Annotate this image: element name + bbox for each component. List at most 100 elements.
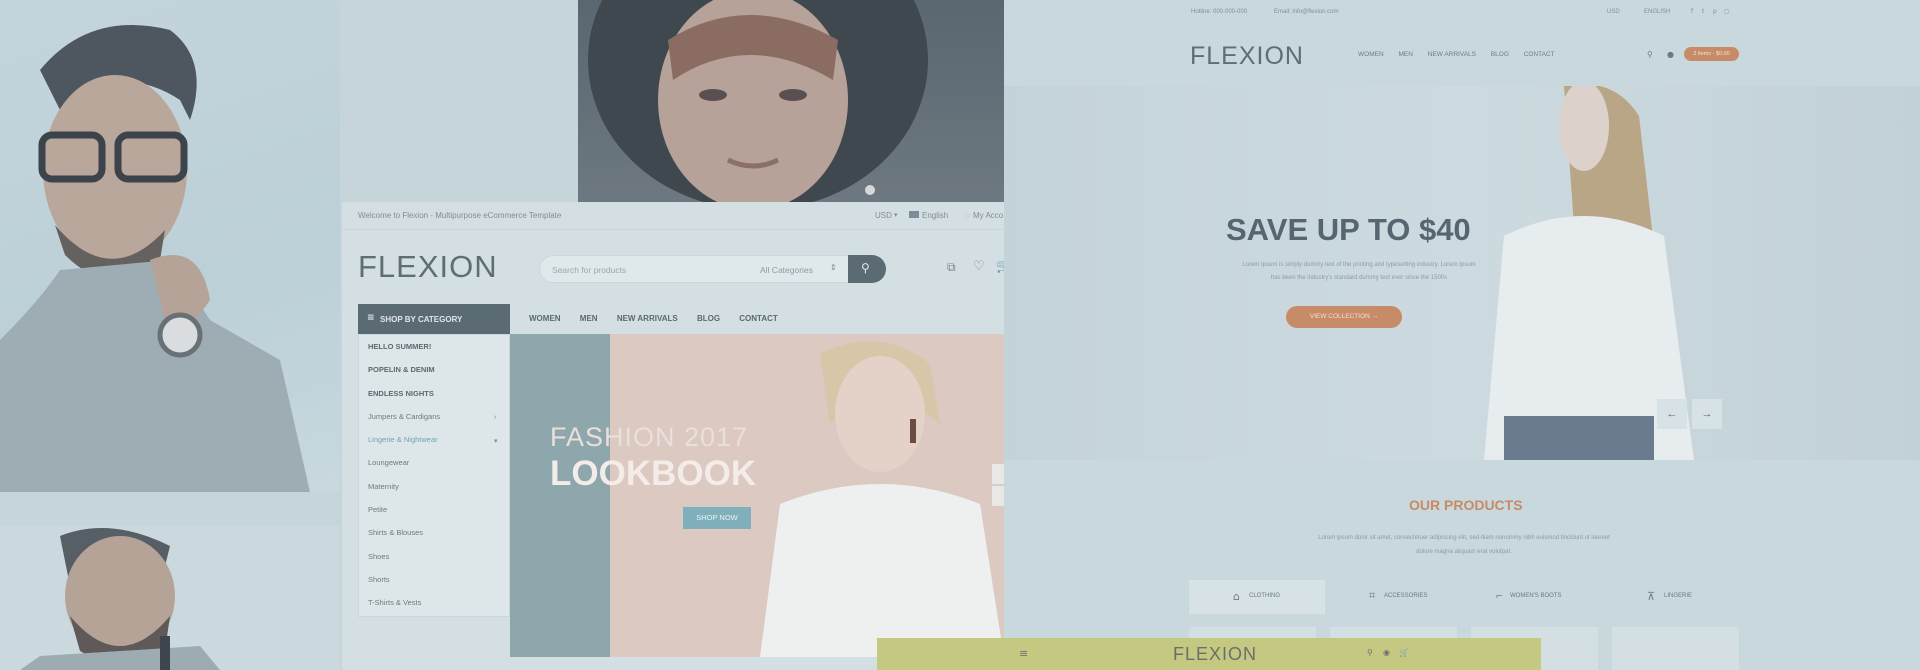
tab-label: CLOTHING [1249,593,1281,599]
nav-contact[interactable]: CONTACT [739,314,778,323]
search-input[interactable]: Search for products All Categories ⇕ [539,255,884,283]
nav-women[interactable]: WOMEN [529,314,561,323]
nav-blog[interactable]: BLOG [1491,51,1509,58]
category-item[interactable]: Jumpers & Cardigans [359,405,509,428]
chevron-down-icon: ▾ [494,438,498,445]
tab-accessories[interactable]: ACCESSORIES [1384,593,1427,599]
store-mockup-modern: Hotline: 000-000-000 Email: info@flexion… [1004,0,1920,670]
welcome-text: Welcome to Flexion - Multipurpose eComme… [358,211,562,220]
hero-color-block [510,334,610,657]
category-item[interactable]: HELLO SUMMER! [359,335,509,358]
user-icon: ◌ [965,211,970,220]
hero-banner: FASHION 2017 LOOKBOOK SHOP NOW [510,334,1004,657]
currency-select[interactable]: USD [875,211,892,220]
model-photo-bearded-man [0,526,340,670]
cart-button[interactable]: 2 items - $0.00 [1684,47,1739,61]
top-bar: Welcome to Flexion - Multipurpose eComme… [342,202,1004,230]
tab-womens-boots[interactable]: WOMEN'S BOOTS [1510,593,1561,599]
tab-clothing[interactable]: ⌂ CLOTHING [1189,580,1325,614]
cart-icon[interactable]: 🛒 [1399,648,1409,657]
boot-icon: ⌐ [1496,590,1503,602]
hero-slider: SAVE UP TO $40 Lorem Ipsum is simply dum… [1004,86,1920,460]
model-photo-woman-hat [578,0,1004,202]
lingerie-icon: ⊼ [1647,591,1656,603]
menu-icon[interactable]: ≡ [1019,647,1028,660]
category-list: HELLO SUMMER! POPELIN & DENIM ENDLESS NI… [358,334,510,617]
hero-text-1: Lorem Ipsum is simply dummy text of the … [1242,262,1476,268]
model-photo-man-glasses [0,0,340,492]
chevron-down-icon: ▾ [894,212,898,219]
heart-icon[interactable]: ♡ [973,259,985,274]
product-card[interactable] [1612,627,1739,670]
main-nav: WOMEN MEN NEW ARRIVALS BLOG CONTACT [1358,51,1568,58]
flag-icon [909,211,919,218]
logo[interactable]: FLEXION [1190,42,1304,71]
user-icon[interactable]: ● [1667,50,1674,59]
tab-lingerie[interactable]: LINGERIE [1664,593,1692,599]
products-text-2: dolore magna aliquam erat volutpat. [1416,549,1512,555]
hero-line-1: FASHION 2017 [550,422,749,452]
next-arrow-icon[interactable]: → [1692,399,1722,429]
logo[interactable]: FLEXION [358,249,498,285]
category-item[interactable]: Loungewear [359,451,509,474]
chevron-right-icon: › [494,414,497,421]
nav-men[interactable]: MEN [1398,51,1412,58]
search-icon[interactable]: ⚲ [1647,50,1653,59]
header: FLEXION WOMEN MEN NEW ARRIVALS BLOG CONT… [1004,26,1920,86]
slider-arrow[interactable] [992,486,1004,506]
compare-icon[interactable]: ⧉ [947,260,956,275]
nav-new-arrivals[interactable]: NEW ARRIVALS [617,314,678,323]
mobile-header-bar: ≡ FLEXION ⚲ ◉ 🛒 [877,638,1541,670]
language-select[interactable]: English [922,211,948,220]
hero-text-2: has been the industry's standard dummy t… [1270,275,1448,281]
menu-icon: ≡ [367,313,375,323]
bag-icon: ⌗ [1369,590,1376,602]
search-placeholder: Search for products [552,265,627,275]
currency-select[interactable]: USD [1607,9,1620,15]
shirt-icon: ⌂ [1233,590,1240,603]
view-collection-button[interactable]: VIEW COLLECTION → [1286,306,1402,328]
top-bar: Hotline: 000-000-000 Email: info@flexion… [1004,0,1920,26]
category-item[interactable]: Petite [359,498,509,521]
facebook-icon[interactable]: f [1691,8,1693,15]
prev-arrow-icon[interactable]: ← [1657,399,1687,429]
nav-blog[interactable]: BLOG [697,314,720,323]
category-select[interactable]: All Categories [760,265,813,275]
category-item[interactable]: Shirts & Blouses [359,521,509,544]
search-icon[interactable]: ⚲ [1367,648,1373,657]
updown-icon: ⇕ [830,263,837,272]
shop-by-category-label: SHOP BY CATEGORY [380,315,463,324]
twitter-icon[interactable]: t [1702,8,1704,15]
language-select[interactable]: ENGLISH [1644,9,1670,15]
main-nav: WOMEN MEN NEW ARRIVALS BLOG CONTACT [529,314,795,323]
nav-men[interactable]: MEN [580,314,598,323]
category-item[interactable]: T-Shirts & Vests [359,591,509,614]
hero-model-image [760,341,1004,657]
email-text: Email: info@flexion.com [1274,9,1339,15]
nav-contact[interactable]: CONTACT [1524,51,1555,58]
products-title: OUR PRODUCTS [1409,497,1523,513]
search-icon: ⚲ [861,261,870,275]
pinterest-icon[interactable]: p [1713,8,1717,15]
instagram-icon[interactable]: ◻ [1724,8,1729,15]
logo[interactable]: FLEXION [1173,644,1257,665]
shop-by-category-button[interactable]: ≡ SHOP BY CATEGORY [358,304,510,334]
my-account-link[interactable]: My Acco [973,211,1003,220]
slider-arrow[interactable] [992,464,1004,484]
category-item[interactable]: Maternity [359,475,509,498]
hero-line-2: LOOKBOOK [550,454,757,493]
shop-now-button[interactable]: SHOP NOW [683,507,751,529]
user-icon[interactable]: ◉ [1383,648,1390,657]
category-item[interactable]: Lingerie & Nightwear [359,428,509,451]
category-item[interactable]: Shoes [359,545,509,568]
nav-women[interactable]: WOMEN [1358,51,1384,58]
hero-title: SAVE UP TO $40 [1226,212,1471,247]
search-button[interactable]: ⚲ [848,255,886,283]
nav-new-arrivals[interactable]: NEW ARRIVALS [1428,51,1476,58]
hotline-text: Hotline: 000-000-000 [1191,9,1248,15]
category-item[interactable]: ENDLESS NIGHTS [359,382,509,405]
category-item[interactable]: POPELIN & DENIM [359,358,509,381]
store-mockup-classic: Welcome to Flexion - Multipurpose eComme… [342,202,1012,670]
products-text-1: Lorem ipsum dolor sit amet, consectetuer… [1318,535,1610,541]
category-item[interactable]: Shorts [359,568,509,591]
